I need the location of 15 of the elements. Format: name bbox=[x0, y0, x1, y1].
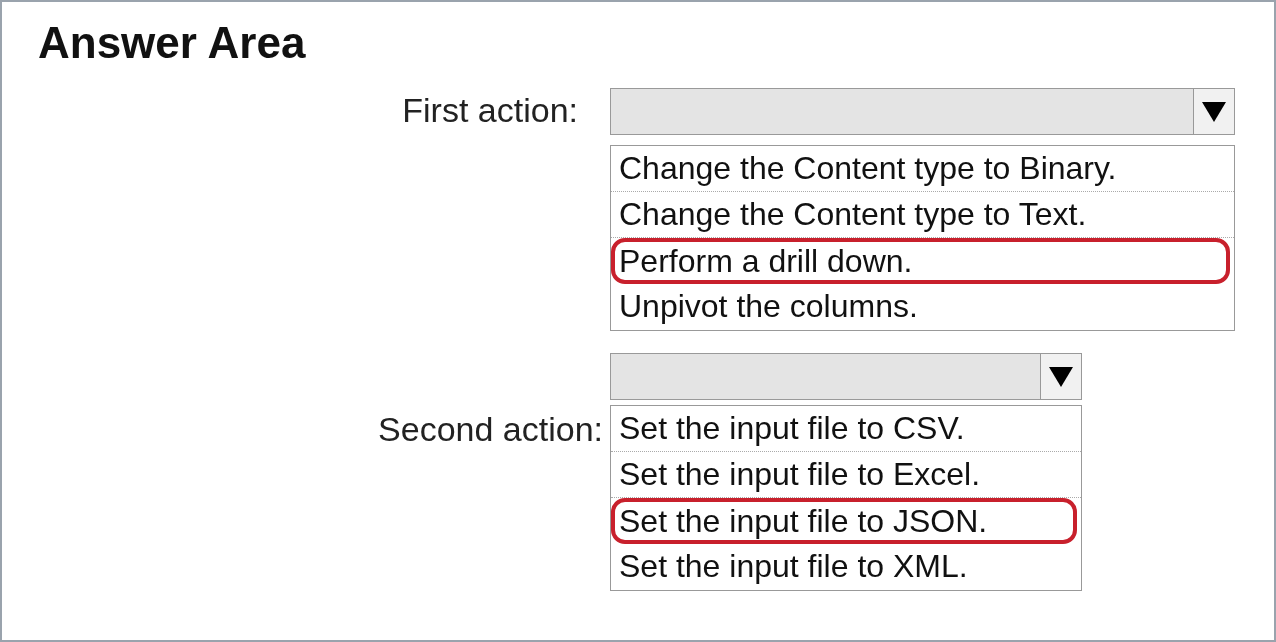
dropdown-arrow-icon bbox=[1049, 366, 1073, 387]
dropdown-arrow-icon bbox=[1202, 101, 1226, 122]
dropdown-option[interactable]: Set the input file to Excel. bbox=[611, 452, 1081, 498]
dropdown-field[interactable] bbox=[610, 88, 1235, 135]
dropdown-option[interactable]: Unpivot the columns. bbox=[611, 284, 1234, 330]
answer-area-title: Answer Area bbox=[38, 17, 306, 69]
dropdown-option[interactable]: Change the Content type to Binary. bbox=[611, 146, 1234, 192]
action-label: First action: bbox=[402, 90, 578, 131]
dropdown-option[interactable]: Set the input file to CSV. bbox=[611, 406, 1081, 452]
dropdown-option[interactable]: Set the input file to JSON. bbox=[611, 498, 1077, 544]
dropdown-field[interactable] bbox=[610, 353, 1082, 400]
dropdown-option[interactable]: Change the Content type to Text. bbox=[611, 192, 1234, 238]
action-label: Second action: bbox=[378, 409, 603, 450]
dropdown-option[interactable]: Perform a drill down. bbox=[611, 238, 1230, 284]
dropdown-option[interactable]: Set the input file to XML. bbox=[611, 544, 1081, 590]
